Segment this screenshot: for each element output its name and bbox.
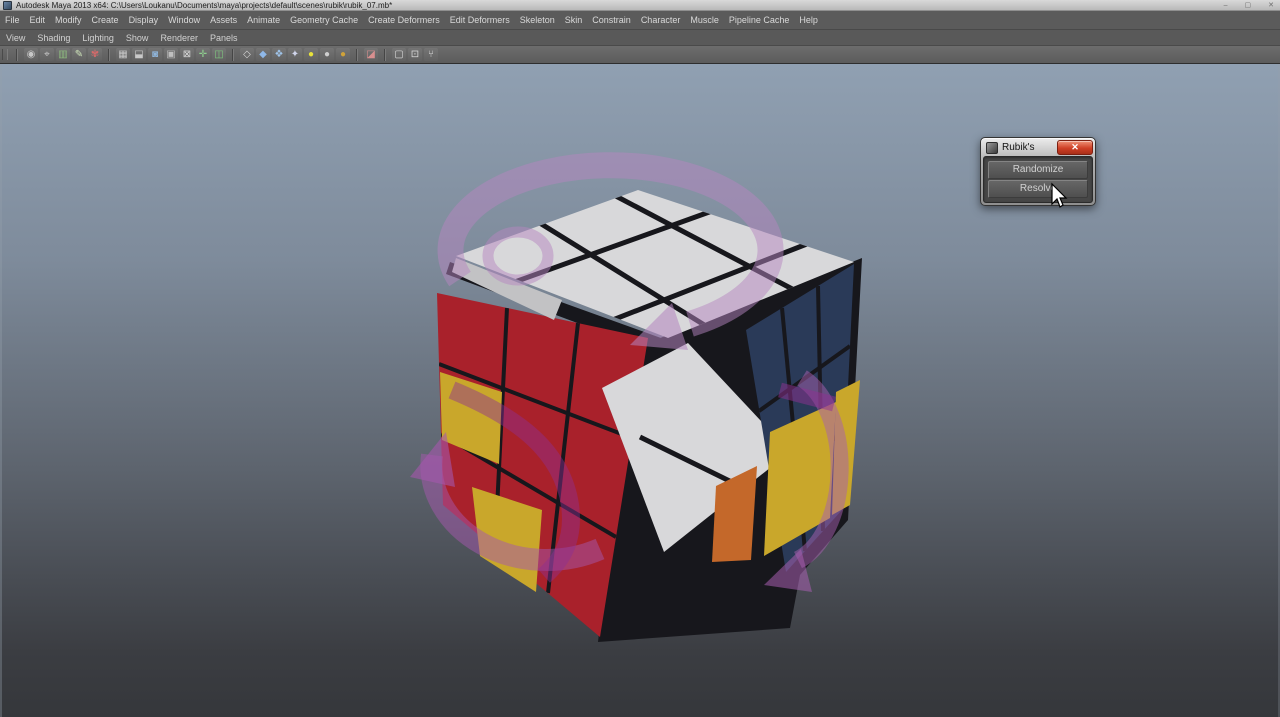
default-light-icon[interactable]: ●: [304, 48, 318, 61]
window-controls: – ▢ ✕: [1224, 0, 1274, 10]
maya-application-window: { "title_bar": { "app_title": "Autodesk …: [0, 0, 1280, 717]
maya-app-icon: [3, 0, 12, 10]
mouse-cursor: [1051, 182, 1068, 208]
resolve-button[interactable]: Resolve: [988, 180, 1088, 198]
menu-constrain[interactable]: Constrain: [587, 15, 636, 25]
flat-light-icon[interactable]: ●: [320, 48, 334, 61]
menu-help[interactable]: Help: [794, 15, 823, 25]
menu-animate[interactable]: Animate: [242, 15, 285, 25]
menu-create[interactable]: Create: [87, 15, 124, 25]
gate-mask-icon[interactable]: ▣: [164, 48, 178, 61]
panel-menu-shading[interactable]: Shading: [31, 33, 76, 43]
rubiks-window: Rubik's ✕ Randomize Resolve: [980, 137, 1096, 206]
menu-file[interactable]: File: [0, 15, 25, 25]
menu-character[interactable]: Character: [636, 15, 686, 25]
panel-menu-bar: View Shading Lighting Show Renderer Panels: [0, 30, 1280, 46]
rubiks-close-button[interactable]: ✕: [1057, 140, 1093, 155]
menu-muscle[interactable]: Muscle: [685, 15, 724, 25]
panel-menu-show[interactable]: Show: [120, 33, 155, 43]
menu-bar: File Edit Modify Create Display Window Assets A…: [0, 11, 1280, 30]
field-chart-icon[interactable]: ⊠: [180, 48, 194, 61]
ambient-light-icon[interactable]: ●: [336, 48, 350, 61]
toolbar-separator: [384, 48, 386, 61]
camera-aim-icon[interactable]: ⌖: [40, 48, 54, 61]
safe-title-icon[interactable]: ◫: [212, 48, 226, 61]
camera-icon[interactable]: ◉: [24, 48, 38, 61]
menu-edit-deformers[interactable]: Edit Deformers: [445, 15, 515, 25]
menu-geometry-cache[interactable]: Geometry Cache: [285, 15, 363, 25]
isolate-select-icon[interactable]: ◪: [364, 48, 378, 61]
menu-display[interactable]: Display: [124, 15, 164, 25]
menu-pipeline-cache[interactable]: Pipeline Cache: [724, 15, 795, 25]
maximize-button[interactable]: ▢: [1245, 1, 1252, 9]
xray-joints-icon[interactable]: ⊡: [408, 48, 422, 61]
randomize-button[interactable]: Randomize: [988, 161, 1088, 179]
grid-icon[interactable]: ▦: [116, 48, 130, 61]
toolbar-grip[interactable]: [2, 49, 8, 60]
safe-action-icon[interactable]: ✛: [196, 48, 210, 61]
rubiks-window-title: Rubik's: [1002, 142, 1035, 153]
menu-modify[interactable]: Modify: [50, 15, 87, 25]
rubiks-window-icon: [986, 141, 998, 154]
toolbar-separator: [108, 48, 110, 61]
toolbar: ◉ ⌖ ▥ ✎ ✾ ▦ ⬓ ◙ ▣ ⊠ ✛ ◫ ◇ ◆ ❖ ✦ ● ● ● ◪ ▢ ⊡ ⑂: [0, 46, 1280, 64]
toolbar-separator: [356, 48, 358, 61]
plugin-display-icon[interactable]: ⑂: [424, 48, 438, 61]
menu-edit[interactable]: Edit: [25, 15, 51, 25]
title-bar: Autodesk Maya 2013 x64: C:\Users\Loukanu…: [0, 0, 1280, 11]
film-gate-icon[interactable]: ⬓: [132, 48, 146, 61]
rubiks-title-bar[interactable]: Rubik's ✕: [983, 140, 1093, 155]
resolution-gate-icon[interactable]: ◙: [148, 48, 162, 61]
menu-window[interactable]: Window: [163, 15, 205, 25]
menu-create-deformers[interactable]: Create Deformers: [363, 15, 445, 25]
panel-menu-lighting[interactable]: Lighting: [76, 33, 120, 43]
panel-menu-view[interactable]: View: [0, 33, 31, 43]
grease-pencil-icon[interactable]: ✎: [72, 48, 86, 61]
close-button[interactable]: ✕: [1268, 1, 1274, 9]
camera-bookmark-icon[interactable]: ✾: [88, 48, 102, 61]
panel-menu-panels[interactable]: Panels: [204, 33, 244, 43]
smooth-shade-icon[interactable]: ◆: [256, 48, 270, 61]
rubiks-buttons: Randomize Resolve: [983, 156, 1093, 203]
window-title: Autodesk Maya 2013 x64: C:\Users\Loukanu…: [16, 0, 393, 10]
xray-icon[interactable]: ▢: [392, 48, 406, 61]
wireframe-icon[interactable]: ◇: [240, 48, 254, 61]
minimize-button[interactable]: –: [1224, 2, 1228, 9]
toolbar-separator: [16, 48, 18, 61]
menu-skin[interactable]: Skin: [560, 15, 588, 25]
menu-skeleton[interactable]: Skeleton: [515, 15, 560, 25]
toolbar-groups: ◉ ⌖ ▥ ✎ ✾ ▦ ⬓ ◙ ▣ ⊠ ✛ ◫ ◇ ◆ ❖ ✦ ● ● ● ◪ ▢ ⊡ ⑂: [23, 48, 439, 61]
toolbar-separator: [232, 48, 234, 61]
image-plane-icon[interactable]: ▥: [56, 48, 70, 61]
textured-icon[interactable]: ❖: [272, 48, 286, 61]
menu-assets[interactable]: Assets: [205, 15, 242, 25]
use-all-lights-icon[interactable]: ✦: [288, 48, 302, 61]
panel-menu-renderer[interactable]: Renderer: [154, 33, 204, 43]
